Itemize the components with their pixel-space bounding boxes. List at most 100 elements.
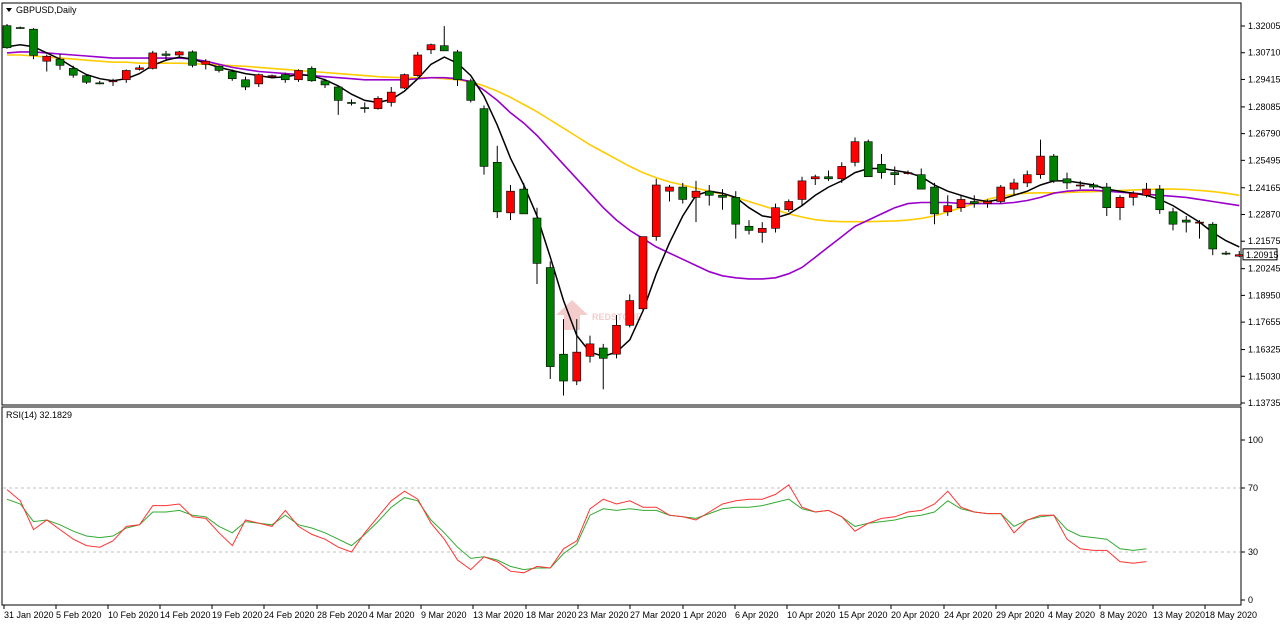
candle <box>863 139 873 178</box>
candle-body <box>744 225 754 231</box>
candle-body <box>400 74 409 89</box>
time-tick-label: 10 Apr 2020 <box>787 610 836 620</box>
time-tick-label: 31 Jan 2020 <box>4 610 54 620</box>
time-tick-label: 6 Apr 2020 <box>735 610 779 620</box>
candle-body <box>148 52 158 69</box>
candle-body <box>731 197 741 225</box>
candle-body <box>29 28 38 56</box>
candle-body <box>360 107 370 109</box>
candle-body <box>254 74 264 85</box>
candle-body <box>386 91 396 103</box>
candle-body <box>877 164 886 173</box>
time-tick-label: 8 May 2020 <box>1100 610 1147 620</box>
price-tick-label: 1.22870 <box>1248 210 1280 220</box>
candle-body <box>174 51 184 56</box>
candle-body <box>757 228 767 233</box>
candle-body <box>837 166 847 180</box>
candle-body <box>691 190 701 198</box>
candle-body <box>1195 221 1204 224</box>
candle-body <box>665 186 674 192</box>
candle <box>400 73 409 90</box>
candle-body <box>373 98 383 109</box>
candle <box>82 73 91 84</box>
candle-body <box>108 80 118 83</box>
candle-body <box>718 195 727 198</box>
time-tick-label: 4 May 2020 <box>1048 610 1095 620</box>
candle <box>784 199 794 212</box>
candle-body <box>1102 186 1112 208</box>
candle-body <box>333 86 343 101</box>
rsi-tick-label: 30 <box>1248 547 1258 557</box>
candle-body <box>559 353 568 382</box>
candle-body <box>969 201 979 204</box>
candle-body <box>426 44 436 51</box>
candle-body <box>771 207 780 229</box>
candle-body <box>227 71 237 80</box>
rsi-title: RSI(14) 32.1829 <box>6 410 72 420</box>
candle-body <box>585 343 595 357</box>
candle-body <box>466 80 476 101</box>
time-tick-label: 13 May 2020 <box>1153 610 1205 620</box>
time-tick-label: 1 Apr 2020 <box>683 610 727 620</box>
gbpusd-chart: REDSTONE 1.320051.307101.294151.280851.2… <box>0 0 1280 625</box>
candle <box>651 178 661 241</box>
candle-body <box>863 141 873 178</box>
time-tick-label: 15 Apr 2020 <box>839 610 888 620</box>
time-tick-label: 23 Mar 2020 <box>578 610 629 620</box>
candle-body <box>135 67 144 70</box>
time-tick-label: 24 Apr 2020 <box>944 610 993 620</box>
candle-body <box>612 325 621 355</box>
price-tick-label: 1.21575 <box>1248 236 1280 246</box>
candle-body <box>545 267 555 367</box>
candle-body <box>347 102 356 104</box>
price-tick-label: 1.30710 <box>1248 48 1280 58</box>
last-price-label: 1.20915 <box>1246 250 1279 260</box>
candle-body <box>824 176 833 180</box>
candle-body <box>572 351 582 382</box>
candle-body <box>492 161 502 213</box>
candle-body <box>1022 174 1032 184</box>
candle-body <box>598 347 608 359</box>
price-tick-label: 1.13735 <box>1248 398 1280 408</box>
price-tick-label: 1.28085 <box>1248 102 1280 112</box>
candle-body <box>294 70 303 81</box>
price-tick-label: 1.17655 <box>1248 317 1280 327</box>
time-tick-label: 28 Feb 2020 <box>317 610 368 620</box>
time-tick-label: 14 Feb 2020 <box>160 610 211 620</box>
price-tick-label: 1.15030 <box>1248 371 1280 381</box>
candle-body <box>810 176 820 180</box>
time-tick-label: 18 May 2020 <box>1205 610 1257 620</box>
candle <box>850 137 860 167</box>
time-tick-label: 29 Apr 2020 <box>996 610 1045 620</box>
rsi-tick-label: 70 <box>1248 483 1258 493</box>
candle-body <box>95 82 105 85</box>
candle-body <box>784 201 794 211</box>
price-tick-label: 1.26790 <box>1248 129 1280 139</box>
candle <box>996 184 1006 204</box>
candle-body <box>916 174 926 190</box>
price-tick-label: 1.29415 <box>1248 74 1280 84</box>
price-tick-label: 1.16325 <box>1248 345 1280 355</box>
time-tick-label: 27 Mar 2020 <box>630 610 681 620</box>
candle <box>188 50 197 68</box>
price-tick-label: 1.18950 <box>1248 290 1280 300</box>
candle-body <box>1128 192 1138 198</box>
candle <box>148 50 158 70</box>
candle-body <box>1234 254 1244 257</box>
candle-body <box>82 75 91 83</box>
candle-body <box>55 58 65 66</box>
candle-body <box>1155 188 1165 211</box>
time-tick-label: 9 Mar 2020 <box>421 610 467 620</box>
rsi-panel <box>1 406 1242 606</box>
candle <box>479 105 489 175</box>
candle-body <box>42 55 52 62</box>
candle <box>638 236 648 311</box>
candle-body <box>930 186 939 215</box>
candle-body <box>15 27 25 29</box>
candle <box>413 51 423 77</box>
candle <box>466 78 476 103</box>
candle-body <box>479 108 489 167</box>
candle-body <box>267 75 277 77</box>
candle-body <box>241 79 250 88</box>
candle-body <box>1089 184 1098 188</box>
